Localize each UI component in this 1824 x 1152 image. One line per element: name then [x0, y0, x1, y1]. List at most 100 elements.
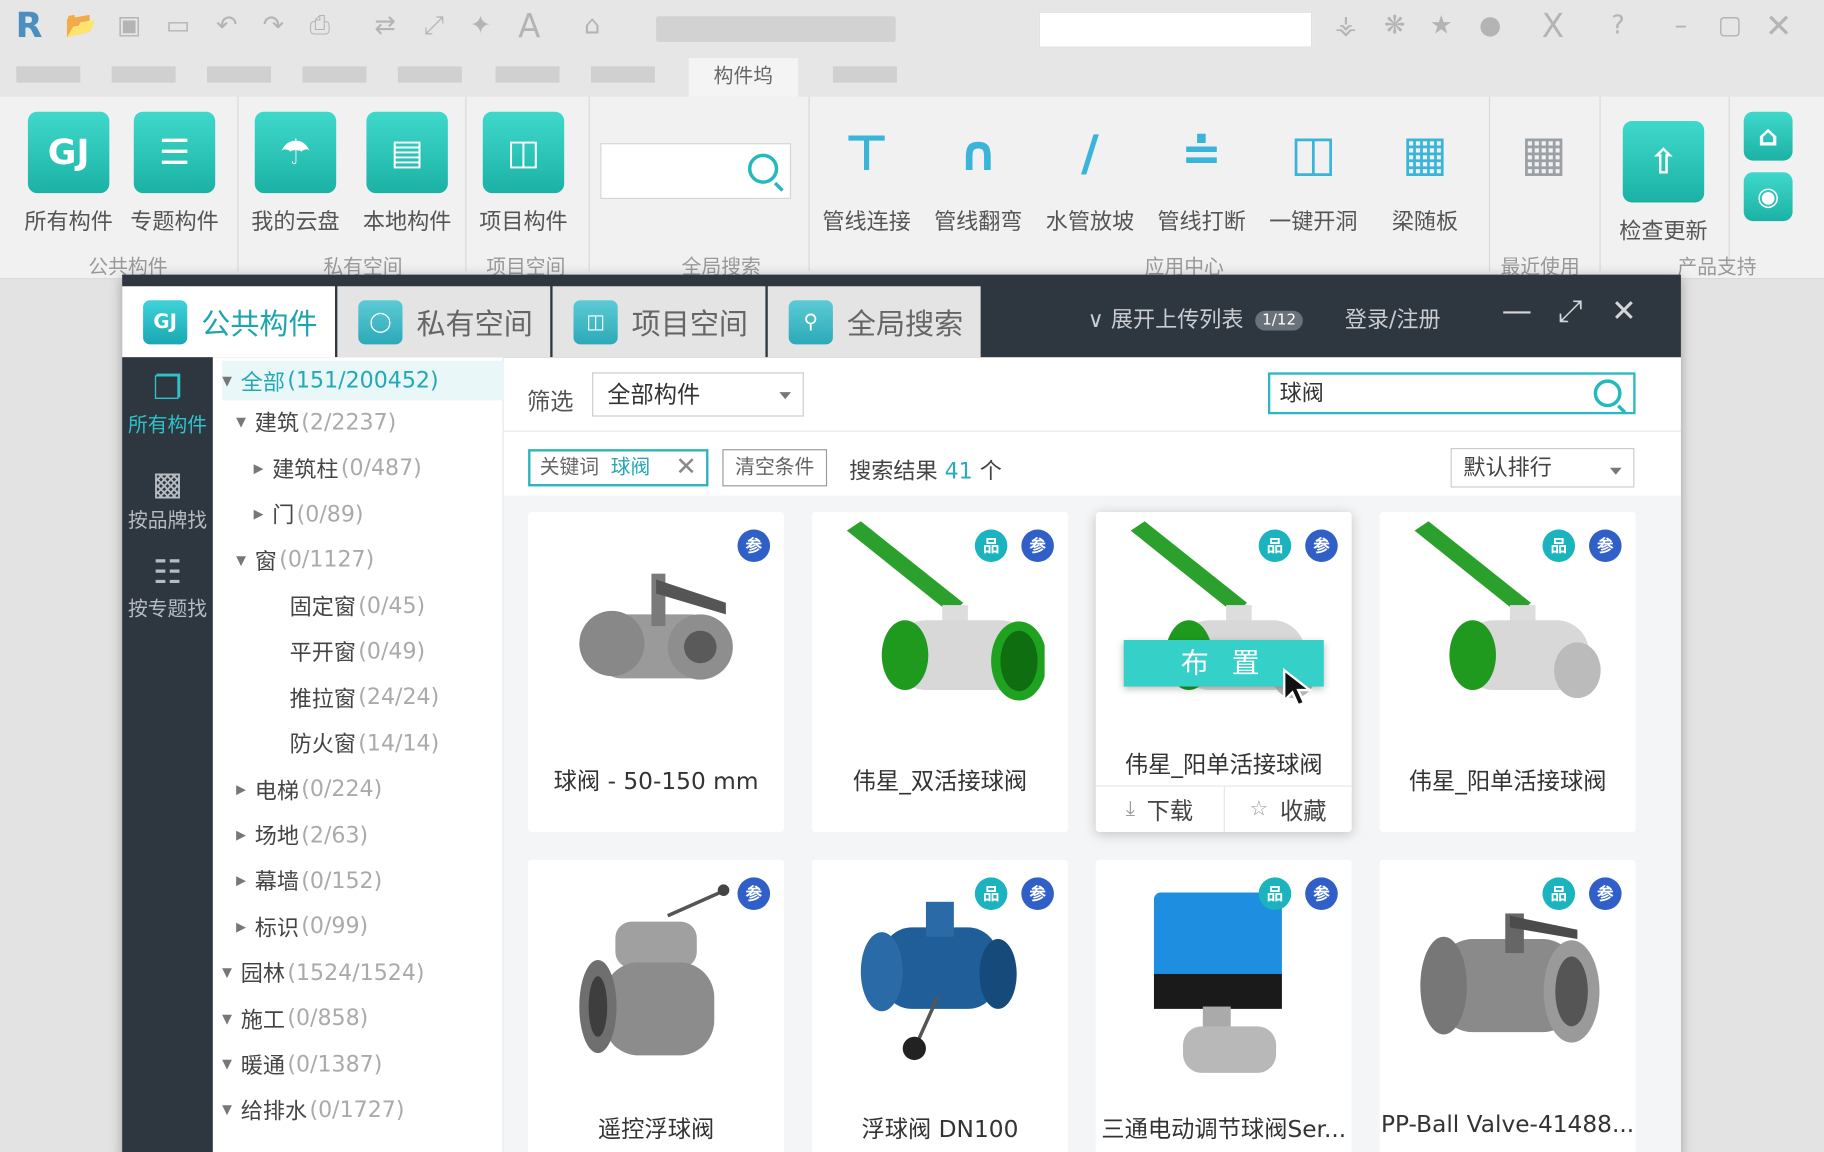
recent-window-button[interactable]: ▦	[1491, 108, 1596, 193]
result-card[interactable]: 品参三通电动调节球阀Ser...	[1095, 859, 1352, 1152]
caret-right-icon[interactable]: ▶	[236, 873, 255, 888]
pipe-slope-button[interactable]: ∕ 水管放坡	[1038, 108, 1143, 236]
print-icon[interactable]: ⎙	[305, 12, 335, 42]
home-icon[interactable]: ⌂	[577, 12, 607, 42]
tree-node[interactable]: 固定窗 (0/45)	[271, 590, 426, 621]
result-card[interactable]: 参球阀 - 50-150 mm	[528, 511, 785, 832]
pipe-connect-button[interactable]: ⊤ 管线连接	[814, 108, 919, 236]
undo-icon[interactable]: ↶	[212, 12, 242, 42]
result-card[interactable]: 品参伟星_阳单活接球阀	[1379, 511, 1636, 832]
minimize-icon[interactable]: –	[1666, 12, 1696, 42]
tree-node[interactable]: ▼ 施工 (0/858)	[222, 1003, 368, 1034]
pipe-bend-button[interactable]: ∩ 管线翻弯	[926, 108, 1031, 236]
nav-all-components[interactable]: ❐ 所有构件	[122, 369, 213, 438]
tree-node[interactable]: ▼ 建筑 (2/2237)	[236, 407, 396, 438]
all-components-button[interactable]: GJ 所有构件	[16, 108, 121, 236]
local-components-button[interactable]: ▤ 本地构件	[355, 108, 460, 236]
caret-down-icon[interactable]: ▼	[236, 415, 255, 430]
result-card[interactable]: 品参伟星_双活接球阀	[811, 511, 1068, 832]
tree-node[interactable]: ▶ 幕墙 (0/152)	[236, 865, 382, 896]
ribbon-tab[interactable]	[302, 66, 367, 83]
ribbon-tab[interactable]	[16, 66, 81, 83]
text-icon[interactable]: A	[514, 10, 544, 43]
caret-right-icon[interactable]: ▶	[236, 781, 255, 796]
check-update-button[interactable]: ⇧ 检查更新	[1611, 118, 1716, 246]
user-icon[interactable]: ●	[1475, 12, 1505, 42]
close-icon[interactable]: ✕	[675, 451, 696, 484]
topic-components-button[interactable]: ☰ 专题构件	[122, 108, 227, 236]
ribbon-tab[interactable]	[397, 66, 462, 83]
dialog-expand-icon[interactable]: ⤢	[1554, 296, 1587, 329]
ribbon-tab[interactable]	[111, 66, 176, 83]
cube-icon[interactable]: ▭	[163, 12, 193, 42]
download-button[interactable]: ⤓ 下载	[1096, 786, 1225, 832]
keyword-chip[interactable]: 关键词 球阀 ✕	[528, 449, 709, 487]
upload-list-toggle[interactable]: ∨ 展开上传列表 1/12	[1088, 303, 1304, 334]
tab-project-space[interactable]: ◫ 项目空间	[552, 286, 766, 358]
caret-down-icon[interactable]: ▼	[222, 1102, 241, 1117]
caret-down-icon[interactable]: ▼	[222, 1057, 241, 1072]
favorite-button[interactable]: ☆ 收藏	[1224, 787, 1351, 832]
tree-node[interactable]: ▶ 建筑柱 (0/487)	[254, 452, 422, 483]
ribbon-tab[interactable]	[832, 66, 897, 83]
ribbon-tab[interactable]	[590, 66, 655, 83]
star-icon[interactable]: ★	[1426, 12, 1456, 42]
ribbon-tab[interactable]	[207, 66, 272, 83]
pipe-break-button[interactable]: ≐ 管线打断	[1149, 108, 1254, 236]
tree-node[interactable]: ▶ 标识 (0/99)	[236, 911, 368, 942]
caret-right-icon[interactable]: ▶	[254, 506, 273, 521]
tree-node[interactable]: ▼ 全部 (151/200452)	[222, 360, 504, 401]
maximize-icon[interactable]: ▢	[1715, 12, 1745, 42]
tab-global-search[interactable]: ⚲ 全局搜索	[767, 286, 981, 358]
open-hole-button[interactable]: ◫ 一键开洞	[1261, 108, 1366, 236]
caret-down-icon[interactable]: ▼	[236, 552, 255, 567]
home-support-button[interactable]: ⌂	[1739, 108, 1797, 161]
comment-icon[interactable]: ❋	[1380, 12, 1410, 42]
redo-icon[interactable]: ↷	[258, 12, 288, 42]
close-icon[interactable]: ✕	[1764, 10, 1794, 43]
filter-select[interactable]: 全部构件	[592, 372, 804, 417]
sort-select[interactable]: 默认排行	[1450, 447, 1635, 488]
search-icon[interactable]	[1593, 379, 1622, 408]
result-card[interactable]: 品参浮球阀 DN100	[811, 859, 1068, 1152]
swap-icon[interactable]: ⇄	[370, 12, 400, 42]
tab-goujianwu[interactable]: 构件坞	[688, 58, 798, 97]
dialog-minimize-icon[interactable]: —	[1501, 296, 1534, 329]
open-folder-icon[interactable]: 📂	[65, 12, 97, 42]
tree-node[interactable]: 平开窗 (0/49)	[271, 636, 426, 667]
tree-node[interactable]: ▼ 园林 (1524/1524)	[222, 957, 424, 988]
bell-support-button[interactable]: ◉	[1739, 169, 1797, 222]
ribbon-tab[interactable]	[495, 66, 560, 83]
ribbon-search-input[interactable]	[600, 143, 792, 199]
tree-node[interactable]: ▶ 门 (0/89)	[254, 498, 364, 529]
binoculars-icon[interactable]: ⚶	[1331, 12, 1361, 42]
save-icon[interactable]: ▣	[114, 12, 144, 42]
tree-node[interactable]: 推拉窗 (24/24)	[271, 682, 440, 713]
caret-down-icon[interactable]: ▼	[222, 965, 241, 980]
search-input[interactable]: 球阀	[1267, 372, 1636, 415]
result-card[interactable]: 品参伟星_阳单活接球阀布 置 ⤓ 下载 ☆ 收藏	[1095, 511, 1352, 832]
caret-down-icon[interactable]: ▼	[222, 373, 241, 388]
result-card[interactable]: 品参 PP-Ball Valve-41488...	[1379, 859, 1636, 1152]
my-cloud-button[interactable]: ☂ 我的云盘	[243, 108, 348, 236]
nav-by-topic[interactable]: ☷ 按专题找	[122, 553, 213, 622]
exchange-icon[interactable]: X	[1538, 10, 1568, 43]
login-register-link[interactable]: 登录/注册	[1345, 303, 1441, 334]
caret-right-icon[interactable]: ▶	[254, 461, 273, 476]
tab-public-components[interactable]: GJ 公共构件	[122, 286, 336, 358]
nav-by-brand[interactable]: ▩ 按品牌找	[122, 464, 213, 533]
tree-node[interactable]: ▼ 给排水 (0/1727)	[222, 1094, 404, 1125]
measure-icon[interactable]: ⤢	[419, 12, 449, 42]
caret-right-icon[interactable]: ▶	[236, 919, 255, 934]
beam-slab-button[interactable]: ▦ 梁随板	[1373, 108, 1478, 236]
title-search-input[interactable]	[1038, 11, 1313, 48]
tree-node[interactable]: ▶ 电梯 (0/224)	[236, 773, 382, 804]
clear-conditions-button[interactable]: 清空条件	[722, 449, 828, 487]
tree-node[interactable]: ▼ 暖通 (0/1387)	[222, 1048, 382, 1079]
tree-node[interactable]: 防火窗 (14/14)	[271, 727, 440, 758]
caret-right-icon[interactable]: ▶	[236, 827, 255, 842]
tree-node[interactable]: ▼ 窗 (0/1127)	[236, 544, 374, 575]
tab-private-space[interactable]: ◯ 私有空间	[337, 286, 551, 358]
caret-down-icon[interactable]: ▼	[222, 1011, 241, 1026]
search-icon[interactable]	[747, 153, 779, 184]
